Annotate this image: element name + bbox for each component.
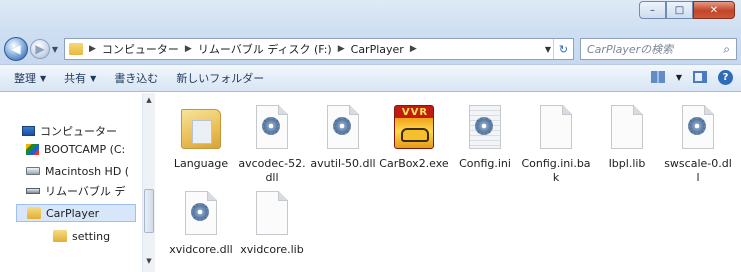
scroll-up-arrow-icon[interactable]: ▲	[143, 93, 155, 107]
file-name: swscale-0.dll	[664, 157, 732, 184]
app-logo-text: VVR	[401, 107, 429, 118]
view-options-chevron-icon[interactable]: ▼	[676, 73, 682, 82]
forward-button[interactable]: ▶	[30, 39, 50, 59]
car-icon	[401, 128, 429, 142]
change-view-button[interactable]	[650, 69, 666, 85]
chevron-down-icon: ▼	[40, 73, 47, 83]
file-name: Config.ini	[459, 157, 511, 170]
file-name: avutil-50.dll	[310, 157, 376, 170]
file-name: xvidcore.lib	[240, 243, 304, 256]
file-item-carbox2[interactable]: VVR CarBox2.exe	[379, 103, 449, 171]
maximize-button[interactable]: □	[666, 1, 693, 19]
share-label: 共有	[64, 72, 87, 85]
folder-icon	[27, 207, 41, 219]
hard-drive-icon	[26, 167, 40, 175]
file-name: Ibpl.lib	[608, 157, 646, 170]
command-toolbar: 整理 ▼ 共有 ▼ 書き込む 新しいフォルダー ▼ ?	[0, 64, 741, 92]
file-item-avutil[interactable]: avutil-50.dll	[308, 103, 378, 171]
search-input[interactable]: CarPlayerの検索 ⌕	[580, 38, 737, 60]
close-button[interactable]: ✕	[693, 1, 735, 19]
address-bar[interactable]: ▶ コンピューター ▶ リムーバブル ディスク (F:) ▶ CarPlayer…	[64, 38, 574, 60]
dll-file-icon	[674, 103, 722, 151]
folder-icon	[69, 43, 83, 55]
recent-pages-dropdown[interactable]: ▼	[50, 45, 60, 54]
file-list-area: Language avcodec-52.dll avutil-50.dll VV…	[156, 93, 741, 272]
nav-item-label: Macintosh HD (	[45, 164, 130, 178]
search-icon[interactable]: ⌕	[723, 42, 730, 57]
minimize-button[interactable]: –	[639, 1, 666, 19]
chevron-down-icon: ▼	[90, 73, 97, 83]
file-item-config-ini[interactable]: Config.ini	[450, 103, 520, 171]
file-name: xvidcore.dll	[169, 243, 233, 256]
nav-item-bootcamp[interactable]: BOOTCAMP (C:	[26, 140, 125, 158]
nav-item-label: setting	[72, 229, 111, 243]
nav-item-label: CarPlayer	[46, 206, 100, 220]
nav-item-label: コンピューター	[40, 125, 117, 138]
blank-file-icon	[532, 103, 580, 151]
breadcrumb-computer[interactable]: コンピューター	[102, 41, 179, 57]
folder-icon	[177, 103, 225, 151]
window-titlebar: – □ ✕ ◀ ▶ ▼ ▶ コンピューター ▶ リムーバブル ディスク (F:)…	[0, 0, 741, 74]
computer-icon	[22, 126, 35, 136]
breadcrumb-removable-disk[interactable]: リムーバブル ディスク (F:)	[198, 41, 332, 57]
preview-pane-button[interactable]	[692, 69, 708, 85]
search-placeholder: CarPlayerの検索	[587, 43, 674, 56]
toolbar-right: ▼ ?	[650, 69, 733, 85]
nav-item-setting[interactable]: setting	[53, 227, 110, 245]
preview-pane-icon	[693, 71, 707, 83]
share-button[interactable]: 共有 ▼	[64, 70, 96, 86]
carbox-app-icon: VVR	[390, 103, 438, 151]
breadcrumb-separator[interactable]: ▶	[410, 44, 417, 54]
file-name: Config.ini.bak	[521, 157, 591, 184]
breadcrumb-separator[interactable]: ▶	[185, 44, 192, 54]
file-item-config-ini-bak[interactable]: Config.ini.bak	[521, 103, 591, 185]
nav-pane-scrollbar[interactable]: ▲ ▼	[142, 93, 155, 272]
nav-item-carplayer[interactable]: CarPlayer	[16, 204, 136, 222]
dll-file-icon	[248, 103, 296, 151]
file-name: avcodec-52.dll	[238, 157, 306, 184]
back-button[interactable]: ◀	[4, 37, 28, 61]
bootcamp-drive-icon	[26, 143, 39, 155]
file-item-xvidcore-dll[interactable]: xvidcore.dll	[166, 189, 236, 257]
scrollbar-thumb[interactable]	[144, 189, 154, 233]
file-item-ibpl-lib[interactable]: Ibpl.lib	[592, 103, 662, 171]
file-name: CarBox2.exe	[379, 157, 449, 170]
breadcrumb-carplayer[interactable]: CarPlayer	[351, 43, 404, 56]
navigation-row: ◀ ▶ ▼ ▶ コンピューター ▶ リムーバブル ディスク (F:) ▶ Car…	[4, 36, 737, 62]
file-name: Language	[173, 157, 229, 170]
settings-file-icon	[461, 103, 509, 151]
blank-file-icon	[248, 189, 296, 237]
breadcrumb-separator[interactable]: ▶	[89, 44, 96, 54]
organize-label: 整理	[14, 72, 36, 85]
view-icon	[650, 71, 665, 83]
removable-drive-icon	[26, 188, 40, 194]
nav-item-label: リムーバブル デ	[45, 185, 126, 198]
navigation-pane: コンピューター BOOTCAMP (C: Macintosh HD ( リムーバ…	[0, 93, 155, 272]
nav-item-macintosh-hd[interactable]: Macintosh HD (	[26, 162, 129, 180]
breadcrumb-separator[interactable]: ▶	[338, 44, 345, 54]
burn-label: 書き込む	[114, 72, 159, 85]
burn-button[interactable]: 書き込む	[114, 70, 158, 86]
nav-item-computer[interactable]: コンピューター	[22, 122, 117, 140]
nav-item-removable-disk[interactable]: リムーバブル デ	[26, 182, 125, 200]
nav-item-label: BOOTCAMP (C:	[44, 142, 126, 156]
address-dropdown-icon[interactable]: ▼	[545, 45, 551, 54]
file-item-avcodec[interactable]: avcodec-52.dll	[237, 103, 307, 185]
scroll-down-arrow-icon[interactable]: ▼	[143, 254, 155, 268]
file-item-swscale[interactable]: swscale-0.dll	[663, 103, 733, 185]
folder-icon	[53, 230, 67, 242]
refresh-icon[interactable]: ↻	[553, 39, 573, 59]
help-icon[interactable]: ?	[718, 69, 733, 85]
blank-file-icon	[603, 103, 651, 151]
new-folder-label: 新しいフォルダー	[176, 72, 265, 85]
file-item-xvidcore-lib[interactable]: xvidcore.lib	[237, 189, 307, 257]
dll-file-icon	[177, 189, 225, 237]
new-folder-button[interactable]: 新しいフォルダー	[176, 70, 264, 86]
file-item-language[interactable]: Language	[166, 103, 236, 171]
window-controls: – □ ✕	[639, 1, 735, 19]
organize-button[interactable]: 整理 ▼	[14, 70, 46, 86]
dll-file-icon	[319, 103, 367, 151]
